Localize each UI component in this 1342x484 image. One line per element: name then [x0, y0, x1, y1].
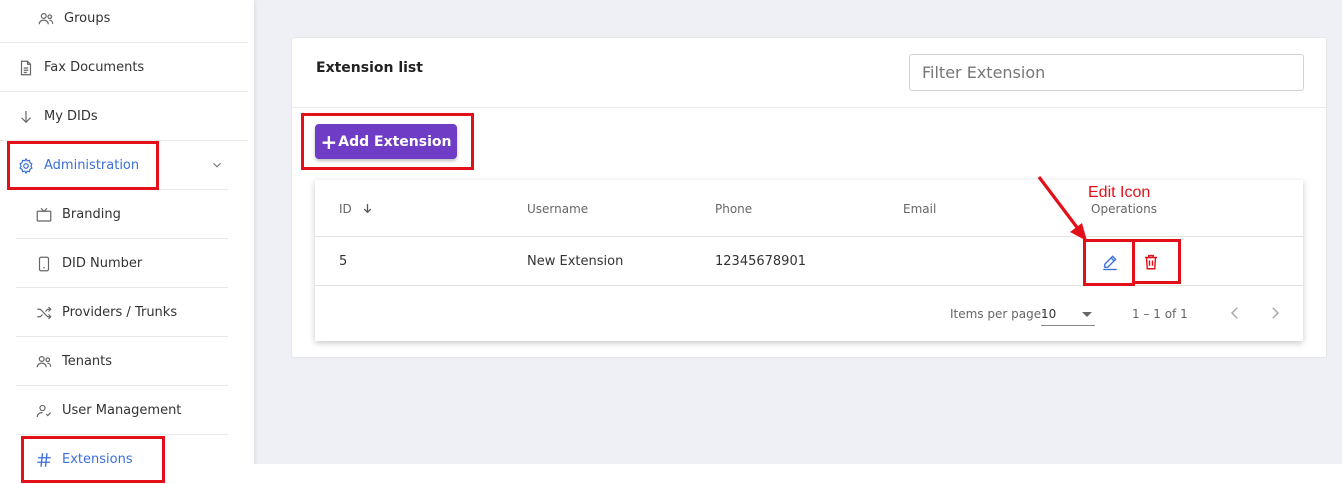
annotation-arrow-icon: [1037, 176, 1087, 241]
tv-icon: [34, 205, 54, 225]
content-bottom-area: [254, 464, 1342, 484]
hash-icon: [34, 450, 54, 470]
caret-down-icon: [1082, 312, 1092, 317]
delete-icon[interactable]: [1142, 253, 1160, 271]
sidebar-item-fax-documents[interactable]: Fax Documents: [16, 43, 144, 92]
sidebar: Groups Fax Documents My DIDs Administrat…: [0, 0, 254, 484]
sidebar-item-label: DID Number: [62, 256, 143, 271]
cell-id: 5: [339, 254, 348, 269]
sidebar-item-my-dids[interactable]: My DIDs: [16, 92, 98, 141]
plus-icon: +: [320, 129, 338, 154]
sidebar-item-label: User Management: [62, 403, 182, 418]
sidebar-item-label: Fax Documents: [44, 60, 145, 75]
column-header-phone: Phone: [715, 202, 753, 216]
sidebar-item-label: Providers / Trunks: [62, 305, 178, 320]
cell-phone: 12345678901: [715, 254, 806, 269]
next-page-icon[interactable]: [1266, 304, 1284, 322]
gear-icon: [16, 156, 36, 176]
page-title: Extension list: [316, 60, 423, 76]
sidebar-item-label: Branding: [62, 207, 121, 222]
phone-device-icon: [34, 254, 54, 274]
column-header-operations: Operations: [1091, 202, 1157, 216]
card-header: Extension list: [292, 38, 1326, 108]
column-header-id[interactable]: ID: [339, 202, 374, 216]
document-icon: [16, 58, 36, 78]
sidebar-item-extensions[interactable]: Extensions: [34, 435, 133, 484]
sidebar-item-branding[interactable]: Branding: [34, 190, 121, 239]
user-check-icon: [34, 401, 54, 421]
sidebar-item-label: My DIDs: [44, 109, 98, 124]
shuffle-icon: [34, 303, 54, 323]
previous-page-icon[interactable]: [1226, 304, 1244, 322]
sidebar-item-tenants[interactable]: Tenants: [34, 337, 112, 386]
add-extension-button[interactable]: + Add Extension: [315, 124, 457, 159]
page-range: 1 – 1 of 1: [1132, 307, 1188, 321]
edit-icon[interactable]: [1101, 253, 1119, 271]
annotation-edit-label: Edit Icon: [1088, 184, 1151, 201]
users-icon: [36, 9, 56, 29]
table-paginator: Items per page: 10 1 – 1 of 1: [315, 286, 1303, 341]
sidebar-item-label: Extensions: [62, 452, 133, 467]
sidebar-item-did-number[interactable]: DID Number: [34, 239, 142, 288]
sidebar-item-label: Tenants: [62, 354, 113, 369]
sidebar-item-administration[interactable]: Administration: [16, 141, 248, 190]
chevron-down-icon[interactable]: [210, 158, 224, 172]
sidebar-item-providers-trunks[interactable]: Providers / Trunks: [34, 288, 177, 337]
column-header-username: Username: [527, 202, 589, 216]
arrow-down-icon: [16, 107, 36, 127]
table-header: ID Username Phone Email Operations: [315, 180, 1303, 237]
sidebar-item-label: Administration: [44, 158, 140, 173]
users-icon: [34, 352, 54, 372]
sidebar-item-groups[interactable]: Groups: [36, 0, 110, 43]
sidebar-item-user-management[interactable]: User Management: [34, 386, 181, 435]
table-row: 5 New Extension 12345678901: [315, 237, 1303, 286]
sort-arrow-down-icon: [363, 204, 371, 214]
extensions-table: ID Username Phone Email Operations 5 New…: [315, 180, 1303, 341]
cell-username: New Extension: [527, 254, 624, 269]
add-extension-label: Add Extension: [338, 133, 452, 150]
items-per-page-label: Items per page:: [950, 307, 1046, 321]
sidebar-item-label: Groups: [64, 11, 111, 26]
items-per-page-select[interactable]: 10: [1041, 300, 1095, 326]
column-header-email: Email: [903, 202, 937, 216]
filter-extension-input[interactable]: [909, 54, 1304, 91]
